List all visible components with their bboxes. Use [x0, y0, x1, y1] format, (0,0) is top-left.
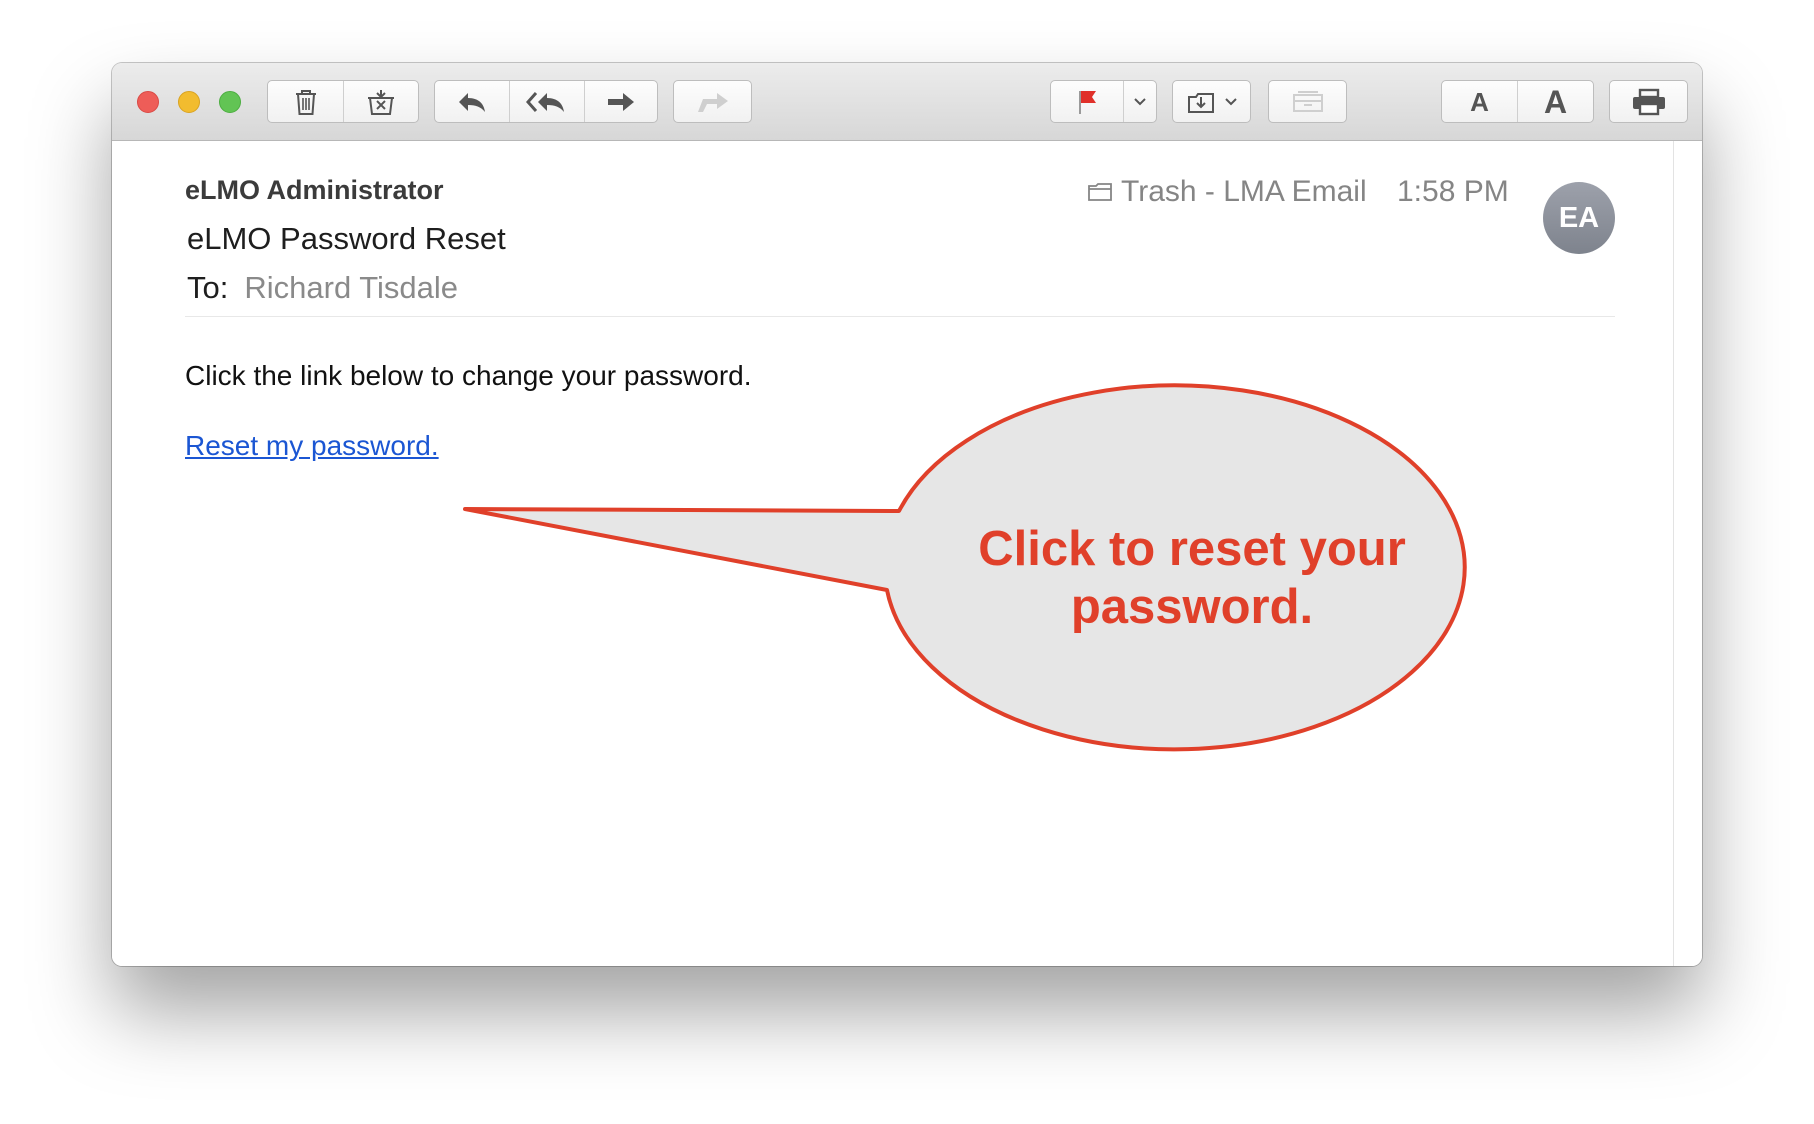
reply-icon — [459, 92, 485, 112]
trash-icon — [295, 89, 316, 115]
mail-window: A A eLMO Administrator eLMO Password Res… — [112, 63, 1702, 966]
printer-icon — [1632, 88, 1665, 115]
smaller-font-button[interactable]: A — [1442, 81, 1518, 122]
forward-button[interactable] — [585, 81, 657, 122]
junk-icon — [368, 89, 394, 115]
callout-text-line1: Click to reset your — [978, 522, 1406, 576]
mailbox-location[interactable]: Trash - LMA Email — [1087, 175, 1367, 209]
message-view: eLMO Administrator eLMO Password Reset T… — [112, 141, 1702, 966]
reply-button-group — [434, 80, 658, 123]
zoom-button[interactable] — [219, 91, 241, 113]
font-size-button-group: A A — [1441, 80, 1594, 123]
recipient-name[interactable]: Richard Tisdale — [244, 270, 458, 305]
scrollbar-track[interactable] — [1673, 141, 1674, 966]
flag-menu-button[interactable] — [1124, 81, 1156, 122]
smaller-font-icon: A — [1470, 86, 1489, 117]
message-time: 1:58 PM — [1397, 175, 1509, 208]
move-button-group — [1172, 80, 1251, 123]
move-to-button[interactable] — [1173, 81, 1250, 122]
print-button[interactable] — [1610, 81, 1687, 122]
move-to-icon — [1187, 92, 1214, 113]
larger-font-icon: A — [1543, 83, 1568, 120]
reply-all-button[interactable] — [510, 81, 585, 122]
redirect-icon — [697, 92, 728, 112]
callout-text-line2: password. — [1070, 580, 1314, 634]
close-button[interactable] — [137, 91, 159, 113]
mailbox-name: Trash - LMA Email — [1121, 175, 1367, 208]
redirect-button[interactable] — [674, 81, 751, 122]
flag-button-group — [1050, 80, 1157, 123]
reply-all-icon — [526, 91, 564, 112]
redirect-button-group — [673, 80, 752, 123]
folder-icon — [1088, 183, 1112, 201]
chevron-down-icon — [1224, 97, 1237, 105]
archive-icon — [1292, 90, 1323, 112]
archive-button-group — [1268, 80, 1347, 123]
message-body-text: Click the link below to change your pass… — [185, 360, 752, 391]
avatar: EA — [1543, 182, 1615, 254]
toolbar: A A — [112, 63, 1702, 141]
delete-button[interactable] — [268, 81, 344, 122]
header-divider — [185, 316, 1615, 317]
flag-icon — [1079, 90, 1096, 114]
reply-button[interactable] — [435, 81, 510, 122]
flag-button[interactable] — [1051, 81, 1124, 122]
larger-font-button[interactable]: A — [1518, 81, 1593, 122]
recipient-line: To: Richard Tisdale — [187, 270, 458, 306]
minimize-button[interactable] — [178, 91, 200, 113]
archive-button[interactable] — [1269, 81, 1346, 122]
to-label: To: — [187, 270, 229, 305]
forward-icon — [608, 92, 634, 111]
callout-text: Click to reset your password. — [922, 520, 1462, 636]
reset-password-link[interactable]: Reset my password. — [185, 430, 439, 462]
delete-button-group — [267, 80, 419, 123]
chevron-down-icon — [1134, 97, 1146, 105]
callout-bubble — [463, 383, 1467, 752]
junk-button[interactable] — [344, 81, 418, 122]
message-subject: eLMO Password Reset — [187, 221, 506, 256]
sender-name: eLMO Administrator — [185, 175, 444, 205]
print-button-group — [1609, 80, 1688, 123]
